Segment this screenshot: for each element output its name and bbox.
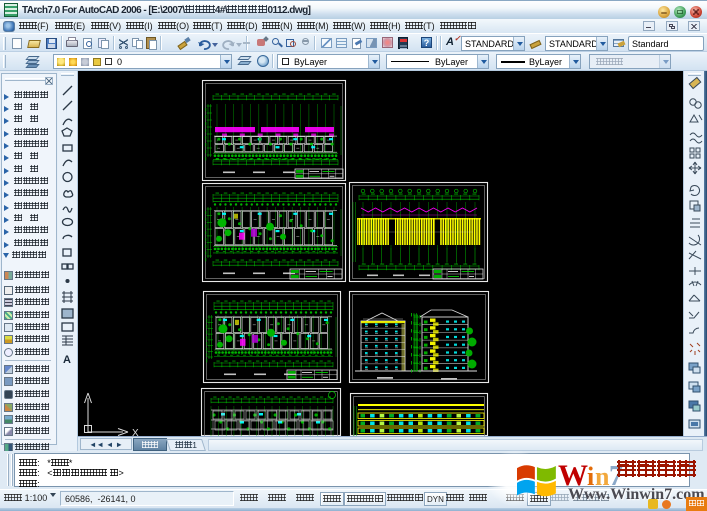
- svg-text:X: X: [132, 428, 139, 436]
- svg-text:A: A: [63, 354, 71, 366]
